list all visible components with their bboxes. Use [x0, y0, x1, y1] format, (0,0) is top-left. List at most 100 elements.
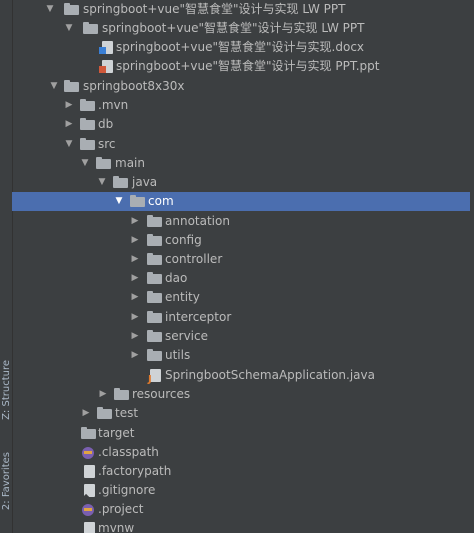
- tree-row-label: service: [165, 329, 208, 343]
- expand-arrow-icon[interactable]: ▶: [130, 308, 140, 327]
- tree-row-label: SpringbootSchemaApplication.java: [165, 368, 375, 382]
- tree-row-label: springboot+vue"智慧食堂"设计与实现 PPT.ppt: [116, 59, 380, 73]
- tree-row-label: controller: [165, 252, 223, 266]
- expand-arrow-icon[interactable]: ▶: [81, 404, 91, 423]
- tree-row-com[interactable]: ▼ com: [12, 192, 470, 211]
- tree-row-target[interactable]: target: [12, 424, 470, 443]
- folder-icon: [96, 157, 111, 170]
- tree-row-db[interactable]: ▶ db: [12, 115, 470, 134]
- tree-row-test[interactable]: ▶ test: [12, 404, 470, 423]
- expand-arrow-icon[interactable]: ▼: [45, 0, 55, 19]
- folder-icon: [147, 349, 162, 362]
- file-icon: [84, 465, 95, 478]
- tree-row-label: .project: [98, 502, 144, 516]
- folder-icon: [114, 388, 129, 401]
- expand-arrow-icon[interactable]: ▶: [130, 288, 140, 307]
- tree-row-interceptor[interactable]: ▶ interceptor: [12, 308, 470, 327]
- expand-arrow-icon[interactable]: ▶: [130, 212, 140, 231]
- favorites-tab[interactable]: 2: Favorites: [0, 452, 12, 532]
- folder-icon: [80, 118, 95, 131]
- folder-icon: [80, 99, 95, 112]
- tree-row-label: springboot8x30x: [83, 79, 185, 93]
- tree-row-label: com: [148, 194, 174, 208]
- tree-row-springboot8x30x[interactable]: ▼ springboot8x30x: [12, 77, 470, 96]
- expand-arrow-icon[interactable]: ▼: [80, 154, 90, 173]
- tree-row-label: src: [98, 137, 116, 151]
- tree-row-label: db: [98, 117, 114, 131]
- folder-icon: [147, 291, 162, 304]
- folder-icon: [147, 234, 162, 247]
- expand-arrow-icon[interactable]: ▼: [64, 135, 74, 154]
- tree-row-ppt[interactable]: springboot+vue"智慧食堂"设计与实现 PPT.ppt: [12, 57, 470, 76]
- folder-icon: [130, 195, 145, 208]
- expand-arrow-icon[interactable]: ▼: [114, 192, 124, 211]
- tree-row-mvnw[interactable]: mvnw: [12, 519, 470, 533]
- file-icon: [84, 522, 95, 533]
- expand-arrow-icon[interactable]: ▶: [130, 269, 140, 288]
- tree-row-label: resources: [132, 387, 191, 401]
- tree-row-mvn[interactable]: ▶ .mvn: [12, 96, 470, 115]
- tree-row-label: .classpath: [98, 445, 159, 459]
- config-file-icon: [82, 447, 94, 459]
- tree-row-label: .factorypath: [98, 464, 172, 478]
- tree-row-label: dao: [165, 271, 188, 285]
- tree-row-label: annotation: [165, 214, 230, 228]
- tree-row-label: config: [165, 233, 202, 247]
- expand-arrow-icon[interactable]: ▶: [130, 250, 140, 269]
- expand-arrow-icon[interactable]: ▼: [97, 173, 107, 192]
- tree-row-main[interactable]: ▼ main: [12, 154, 470, 173]
- tree-row-application-java[interactable]: SpringbootSchemaApplication.java: [12, 366, 470, 389]
- tree-row-label: main: [115, 156, 145, 170]
- tree-row-resources[interactable]: ▶ resources: [12, 385, 470, 404]
- tree-row-classpath[interactable]: .classpath: [12, 443, 470, 462]
- tree-row-controller[interactable]: ▶ controller: [12, 250, 470, 269]
- folder-icon: [147, 253, 162, 266]
- tree-row-label: utils: [165, 348, 191, 362]
- tree-row-project[interactable]: .project: [12, 500, 470, 519]
- ppt-file-icon: [99, 60, 113, 73]
- tree-row-lw-ppt[interactable]: ▼ springboot+vue"智慧食堂"设计与实现 LW PPT: [12, 19, 470, 38]
- tree-row-lw-ppt-root[interactable]: ▼ springboot+vue"智慧食堂"设计与实现 LW PPT: [12, 0, 470, 19]
- folder-icon: [83, 22, 98, 35]
- config-file-icon: [82, 504, 94, 516]
- folder-icon: [64, 3, 79, 16]
- folder-icon: [113, 176, 128, 189]
- folder-icon: [147, 330, 162, 343]
- tree-row-gitignore[interactable]: .gitignore: [12, 481, 470, 506]
- structure-tab-label: Z: Structure: [1, 360, 12, 420]
- folder-icon: [147, 272, 162, 285]
- project-tree[interactable]: ▼ springboot+vue"智慧食堂"设计与实现 LW PPT ▼ spr…: [12, 0, 474, 533]
- tree-row-dao[interactable]: ▶ dao: [12, 269, 470, 288]
- expand-arrow-icon[interactable]: ▼: [64, 19, 74, 38]
- tree-row-factorypath[interactable]: .factorypath: [12, 462, 470, 481]
- tree-row-src[interactable]: ▼ src: [12, 135, 470, 154]
- tree-row-label: springboot+vue"智慧食堂"设计与实现 LW PPT: [83, 2, 346, 16]
- favorites-tab-label: 2: Favorites: [1, 452, 12, 511]
- tree-row-label: .gitignore: [98, 483, 156, 497]
- expand-arrow-icon[interactable]: ▶: [130, 231, 140, 250]
- expand-arrow-icon[interactable]: ▶: [64, 115, 74, 134]
- folder-icon: [64, 80, 79, 93]
- tree-row-label: target: [98, 426, 135, 440]
- folder-icon: [80, 138, 95, 151]
- java-class-file-icon: [148, 369, 161, 389]
- tree-row-label: entity: [165, 290, 200, 304]
- tree-row-entity[interactable]: ▶ entity: [12, 288, 470, 307]
- tree-row-service[interactable]: ▶ service: [12, 327, 470, 346]
- tree-row-utils[interactable]: ▶ utils: [12, 346, 470, 365]
- expand-arrow-icon[interactable]: ▶: [130, 346, 140, 365]
- expand-arrow-icon[interactable]: ▶: [98, 385, 108, 404]
- tree-row-label: springboot+vue"智慧食堂"设计与实现 LW PPT: [102, 21, 365, 35]
- tree-row-docx[interactable]: springboot+vue"智慧食堂"设计与实现.docx: [12, 38, 470, 57]
- tree-row-config[interactable]: ▶ config: [12, 231, 470, 250]
- tree-row-label: .mvn: [98, 98, 129, 112]
- expand-arrow-icon[interactable]: ▶: [130, 327, 140, 346]
- folder-icon: [147, 311, 162, 324]
- tree-row-java[interactable]: ▼ java: [12, 173, 470, 192]
- tree-row-label: test: [115, 406, 139, 420]
- tree-row-annotation[interactable]: ▶ annotation: [12, 212, 470, 231]
- expand-arrow-icon[interactable]: ▶: [64, 96, 74, 115]
- expand-arrow-icon[interactable]: ▼: [49, 77, 59, 96]
- tree-row-label: mvnw: [98, 521, 135, 533]
- structure-tab[interactable]: Z: Structure: [0, 360, 12, 430]
